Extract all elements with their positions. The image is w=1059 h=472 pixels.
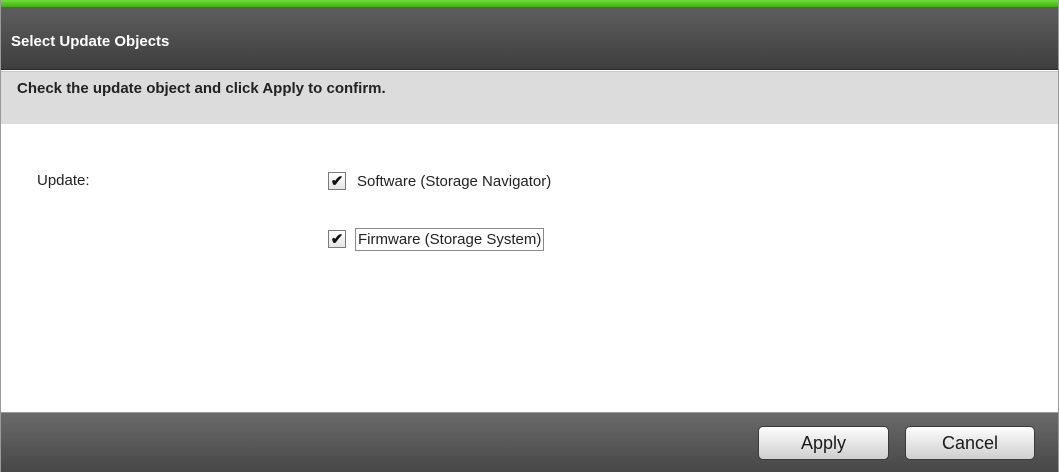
- checkmark-icon: ✔: [330, 172, 344, 190]
- content-area: Update: ✔ Software (Storage Navigator) ✔…: [1, 124, 1058, 412]
- checkmark-icon: ✔: [330, 230, 344, 248]
- apply-button[interactable]: Apply: [758, 426, 889, 460]
- title-bar: Select Update Objects: [1, 7, 1058, 70]
- instruction-text: Check the update object and click Apply …: [17, 80, 386, 97]
- software-option-label[interactable]: Software (Storage Navigator): [355, 171, 553, 192]
- update-label: Update:: [37, 172, 90, 189]
- software-option[interactable]: ✔ Software (Storage Navigator): [328, 168, 553, 194]
- cancel-button[interactable]: Cancel: [905, 426, 1035, 460]
- footer-bar: Apply Cancel: [1, 412, 1058, 472]
- dialog-title: Select Update Objects: [11, 33, 170, 50]
- select-update-objects-dialog: Select Update Objects Check the update o…: [0, 0, 1059, 472]
- instruction-bar: Check the update object and click Apply …: [1, 71, 1058, 124]
- accent-bar: [1, 0, 1058, 7]
- firmware-checkbox[interactable]: ✔: [328, 230, 346, 248]
- firmware-option[interactable]: ✔ Firmware (Storage System): [328, 226, 545, 252]
- software-checkbox[interactable]: ✔: [328, 172, 346, 190]
- firmware-option-label[interactable]: Firmware (Storage System): [355, 227, 545, 251]
